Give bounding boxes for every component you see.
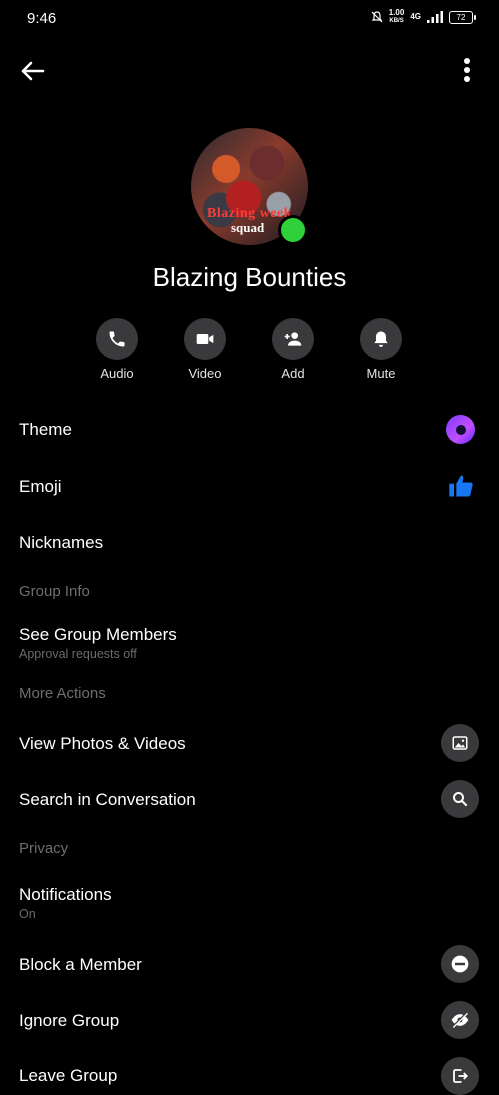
network-speed: 1.00 KB/S	[388, 8, 405, 25]
section-privacy: Privacy	[19, 840, 69, 857]
theme-color-icon	[446, 415, 475, 444]
add-member-button[interactable]: Add	[253, 318, 333, 381]
see-members-row[interactable]: See Group Members Approval requests off	[19, 625, 479, 661]
theme-label: Theme	[19, 420, 72, 439]
more-options-button[interactable]	[461, 56, 473, 86]
ignore-group-button[interactable]	[441, 1001, 479, 1039]
mute-label: Mute	[366, 366, 396, 381]
section-more-actions: More Actions	[19, 685, 106, 702]
more-vertical-icon	[464, 58, 470, 82]
top-bar	[0, 50, 499, 90]
block-member-row[interactable]: Block a Member	[19, 955, 479, 975]
notifications-sublabel: On	[19, 907, 36, 921]
phone-icon	[109, 331, 125, 347]
search-icon	[453, 792, 468, 807]
signal-icon	[427, 11, 443, 23]
leave-group-row[interactable]: Leave Group	[19, 1066, 479, 1086]
network-type: 4G	[410, 12, 421, 21]
see-members-label: See Group Members	[19, 625, 177, 644]
ignore-group-label: Ignore Group	[19, 1011, 120, 1030]
ignore-group-row[interactable]: Ignore Group	[19, 1011, 479, 1031]
view-media-button[interactable]	[441, 724, 479, 762]
leave-group-label: Leave Group	[19, 1066, 118, 1085]
theme-row[interactable]: Theme	[19, 420, 479, 440]
back-button[interactable]	[18, 56, 48, 86]
minus-circle-icon	[451, 955, 469, 973]
thumbs-up-icon	[449, 475, 473, 497]
status-time: 9:46	[27, 10, 57, 27]
avatar-caption-2: squad	[231, 220, 265, 235]
see-members-sublabel: Approval requests off	[19, 647, 137, 661]
block-member-label: Block a Member	[19, 955, 142, 974]
emoji-label: Emoji	[19, 477, 62, 496]
exit-icon	[453, 1069, 469, 1083]
video-label: Video	[188, 366, 222, 381]
eye-off-icon	[451, 1011, 469, 1029]
search-button[interactable]	[441, 780, 479, 818]
audio-label: Audio	[100, 366, 134, 381]
add-person-icon	[284, 332, 302, 346]
view-media-label: View Photos & Videos	[19, 734, 186, 753]
group-name: Blazing Bounties	[152, 262, 347, 292]
arrow-left-icon	[21, 61, 45, 81]
battery-icon: 72	[449, 10, 476, 24]
notifications-row[interactable]: Notifications On	[19, 885, 479, 921]
status-bar: 9:46 1.00 KB/S 4G 72	[0, 0, 499, 36]
block-member-button[interactable]	[441, 945, 479, 983]
view-media-row[interactable]: View Photos & Videos	[19, 734, 479, 754]
bell-off-icon	[371, 11, 383, 23]
video-camera-icon	[196, 334, 214, 344]
audio-call-button[interactable]: Audio	[77, 318, 157, 381]
online-status-dot	[278, 215, 308, 245]
leave-group-button[interactable]	[441, 1057, 479, 1095]
mute-button[interactable]: Mute	[341, 318, 421, 381]
video-call-button[interactable]: Video	[165, 318, 245, 381]
emoji-row[interactable]: Emoji	[19, 477, 479, 497]
search-label: Search in Conversation	[19, 790, 196, 809]
nicknames-row[interactable]: Nicknames	[19, 533, 479, 553]
image-icon	[452, 736, 468, 750]
search-row[interactable]: Search in Conversation	[19, 790, 479, 810]
status-icons: 1.00 KB/S 4G 72	[371, 8, 476, 25]
notifications-label: Notifications	[19, 885, 112, 904]
nicknames-label: Nicknames	[19, 533, 104, 552]
bell-icon	[374, 331, 388, 347]
section-group-info: Group Info	[19, 583, 90, 600]
add-label: Add	[281, 366, 305, 381]
